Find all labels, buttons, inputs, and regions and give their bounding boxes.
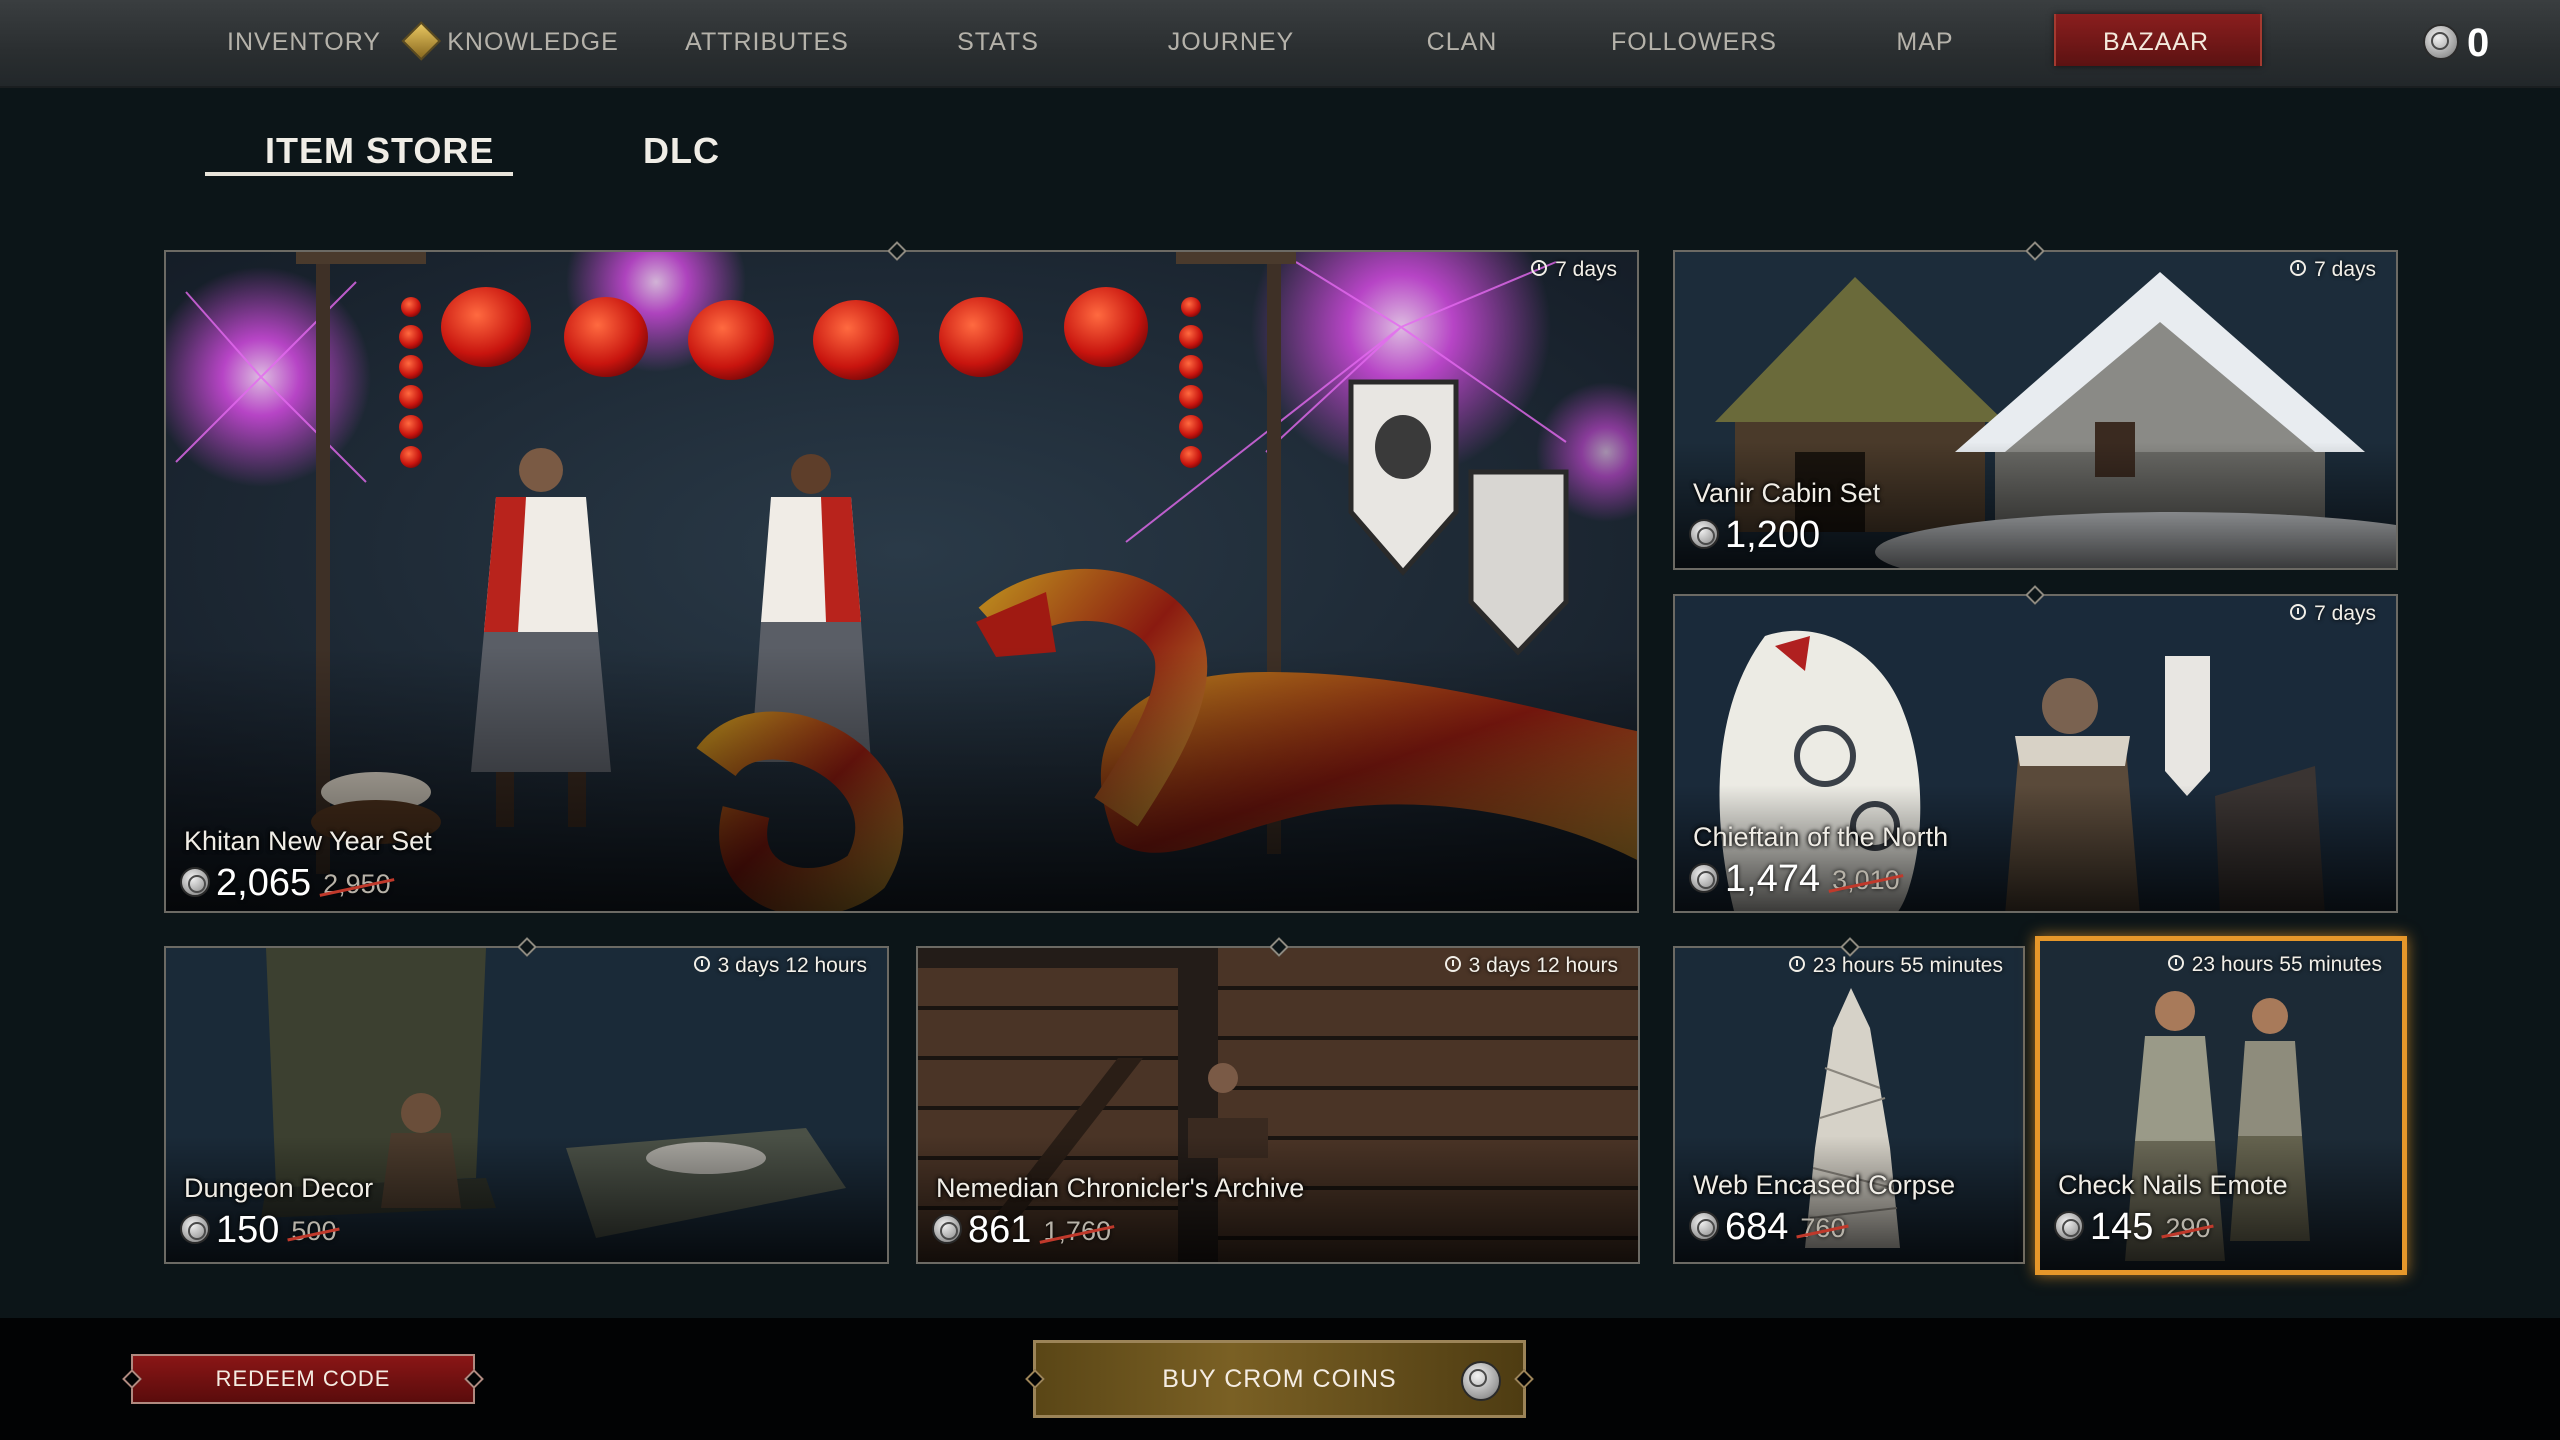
tile-price: 145 290 (2054, 1206, 2210, 1249)
tile-price-value: 2,065 (216, 862, 312, 904)
tile-name: Vanir Cabin Set (1693, 478, 1881, 508)
tile-price: 861 1,760 (932, 1209, 1111, 1252)
knowledge-diamond-icon (401, 21, 442, 62)
tile-price: 150 500 (180, 1209, 336, 1252)
tile-old-price: 760 (1800, 1213, 1846, 1243)
timer-icon (1788, 956, 1805, 973)
nav-journey[interactable]: Journey (1168, 0, 1294, 86)
nav-clan[interactable]: Clan (1427, 0, 1498, 86)
tile-ornament (2023, 587, 2045, 601)
tile-name: Chieftain of the North (1693, 822, 1949, 852)
crom-coin-icon (2054, 1210, 2084, 1241)
timer-icon (1531, 260, 1548, 277)
tile-name: Check Nails Emote (2058, 1170, 2288, 1200)
buy-crom-coins-label: BUY CROM COINS (1162, 1365, 1397, 1393)
timer-icon (1444, 956, 1461, 973)
tile-price-value: 1,200 (1725, 514, 1821, 556)
tile-shade (2040, 1138, 2402, 1270)
tile-price: 1,200 (1689, 514, 1820, 557)
timer-icon (2167, 955, 2184, 972)
tile-price-value: 145 (2090, 1206, 2154, 1248)
nav-attributes[interactable]: Attributes (685, 0, 849, 86)
tile-timer: 3 days 12 hours (693, 954, 867, 978)
tile-price: 2,065 2,950 (180, 862, 391, 905)
timer-icon (693, 956, 710, 973)
tile-ornament (515, 939, 537, 953)
nav-stats[interactable]: Stats (957, 0, 1039, 86)
store-tile-khitan-new-year-set[interactable]: 7 days Khitan New Year Set 2,065 2,950 (164, 250, 1639, 913)
tile-timer: 23 hours 55 minutes (1788, 954, 2003, 978)
tile-timer: 7 days (2290, 258, 2376, 282)
tab-item-store[interactable]: ITEM STORE (265, 130, 494, 172)
tile-price: 1,474 3,010 (1689, 858, 1900, 901)
tile-ornament (2023, 243, 2045, 257)
tile-ornament (1838, 939, 1860, 953)
nav-followers[interactable]: Followers (1611, 0, 1777, 86)
tile-timer: 23 hours 55 minutes (2167, 953, 2382, 977)
active-tab-underline (205, 172, 513, 176)
tile-ornament (885, 243, 907, 257)
nav-inventory[interactable]: Inventory (227, 0, 381, 86)
crom-coin-icon (2423, 24, 2459, 61)
timer-text: 23 hours 55 minutes (2191, 953, 2382, 976)
timer-text: 23 hours 55 minutes (1812, 954, 2003, 977)
crom-coin-icon (1689, 1210, 1719, 1241)
tile-ornament (1267, 939, 1289, 953)
tile-price-value: 1,474 (1725, 858, 1821, 900)
tile-name: Nemedian Chronicler's Archive (936, 1173, 1305, 1203)
timer-text: 7 days (2314, 258, 2376, 281)
store-tile-chieftain-of-the-north[interactable]: 7 days Chieftain of the North 1,474 3,010 (1673, 594, 2398, 913)
tile-old-price: 500 (291, 1216, 337, 1246)
redeem-code-label: REDEEM CODE (215, 1366, 391, 1391)
crom-coin-icon (1689, 518, 1719, 549)
crom-coin-icon (1689, 862, 1719, 893)
timer-text: 3 days 12 hours (717, 954, 867, 977)
tile-name: Web Encased Corpse (1693, 1170, 1956, 1200)
tile-old-price: 2,950 (323, 869, 391, 899)
store-tile-dungeon-decor[interactable]: 3 days 12 hours Dungeon Decor 150 500 (164, 946, 889, 1264)
timer-text: 7 days (2314, 602, 2376, 625)
tab-dlc[interactable]: DLC (643, 130, 720, 172)
crom-coin-balance: 0 (2423, 20, 2489, 66)
nav-map[interactable]: Map (1896, 0, 1953, 86)
timer-text: 3 days 12 hours (1468, 954, 1618, 977)
tile-name: Khitan New Year Set (184, 826, 432, 856)
tile-timer: 7 days (2290, 602, 2376, 626)
nav-knowledge-label: Knowledge (447, 28, 619, 56)
store-tile-check-nails-emote[interactable]: 23 hours 55 minutes Check Nails Emote 14… (2035, 936, 2407, 1275)
crom-coin-icon (180, 866, 210, 897)
crom-coin-icon (932, 1213, 962, 1244)
tile-name: Dungeon Decor (184, 1173, 374, 1203)
store-tile-vanir-cabin-set[interactable]: 7 days Vanir Cabin Set 1,200 (1673, 250, 2398, 570)
timer-icon (2290, 260, 2307, 277)
nav-bazaar[interactable]: Bazaar (2103, 0, 2209, 86)
timer-text: 7 days (1555, 258, 1617, 281)
crom-coin-icon (180, 1213, 210, 1244)
tile-old-price: 290 (2165, 1213, 2211, 1243)
top-navigation-bar: Inventory Knowledge Attributes Stats Jou… (0, 0, 2560, 88)
tile-price-value: 150 (216, 1209, 280, 1251)
nav-knowledge[interactable]: Knowledge (401, 0, 619, 86)
tile-price-value: 861 (968, 1209, 1032, 1251)
balance-value: 0 (2467, 21, 2490, 65)
tile-old-price: 1,760 (1043, 1216, 1111, 1246)
store-tile-web-encased-corpse[interactable]: 23 hours 55 minutes Web Encased Corpse 6… (1673, 946, 2025, 1264)
buy-crom-coins-button[interactable]: BUY CROM COINS (1025, 1340, 1534, 1418)
tile-price: 684 760 (1689, 1206, 1845, 1249)
crom-coin-icon (1461, 1361, 1501, 1401)
redeem-code-button[interactable]: REDEEM CODE (122, 1354, 484, 1404)
tile-price-value: 684 (1725, 1206, 1789, 1248)
tile-timer: 7 days (1531, 258, 1617, 282)
store-tile-nemedian-chroniclers-archive[interactable]: 3 days 12 hours Nemedian Chronicler's Ar… (916, 946, 1640, 1264)
timer-icon (2290, 604, 2307, 621)
tile-timer: 3 days 12 hours (1444, 954, 1618, 978)
tile-old-price: 3,010 (1832, 865, 1900, 895)
